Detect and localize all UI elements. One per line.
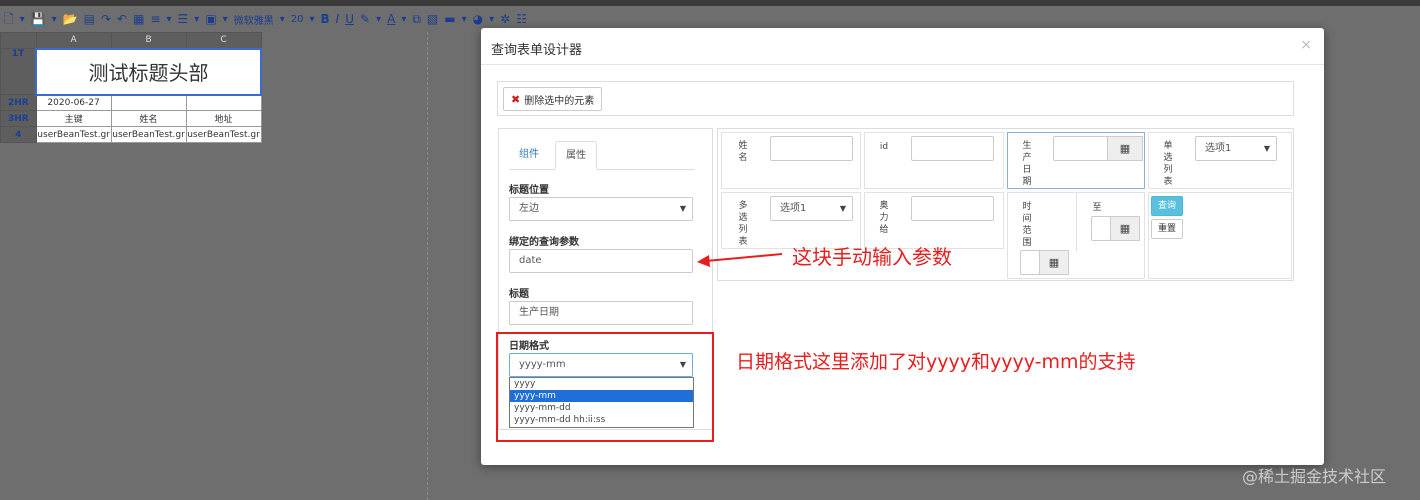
watermark: @稀土掘金技术社区 bbox=[1242, 467, 1387, 486]
date-format-note: 日期格式这里添加了对yyyy和yyyy-mm的支持 bbox=[736, 351, 1136, 373]
arrow-line bbox=[705, 253, 783, 262]
param-note: 这块手动输入参数 bbox=[792, 245, 952, 269]
highlight-box bbox=[496, 332, 714, 442]
arrow-head bbox=[697, 255, 710, 267]
